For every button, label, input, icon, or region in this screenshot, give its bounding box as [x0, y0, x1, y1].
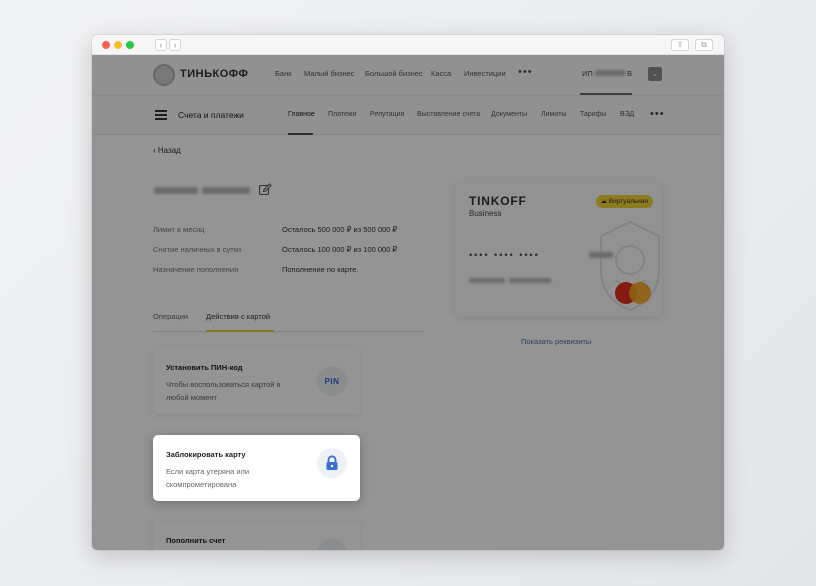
info-value: Пополнение по карте. [282, 265, 359, 274]
card-number-redacted [589, 252, 613, 258]
card-name-redacted [202, 187, 250, 194]
top-navbar: ТИНЬКОФФ Банк Малый бизнес Большой бизне… [92, 55, 724, 95]
ruble-icon: ₽ [317, 539, 347, 550]
topnav-item[interactable]: Касса [431, 69, 451, 78]
action-title: Пополнить счет [166, 536, 226, 545]
account-name-suffix: В [627, 69, 633, 78]
info-label: Лимит в месяц [153, 225, 205, 234]
set-pin-card[interactable]: Установить ПИН-код Чтобы воспользоваться… [153, 348, 360, 414]
show-details-link[interactable]: Показать реквизиты [521, 337, 591, 346]
more-tabs-icon[interactable]: ••• [650, 108, 665, 120]
bank-card-preview: TINKOFF Business ☁ Виртуальная •••• ••••… [455, 182, 662, 316]
action-title: Установить ПИН-код [166, 363, 243, 372]
top-up-card[interactable]: Пополнить счет ₽ [153, 521, 360, 550]
browser-titlebar: ‹ › ⇪ ⧉ [92, 35, 724, 55]
logo-emblem-icon[interactable] [153, 64, 175, 86]
menu-icon[interactable] [155, 110, 167, 120]
topnav-item[interactable]: Большой бизнес [365, 69, 423, 78]
browser-window: ‹ › ⇪ ⧉ ТИНЬКОФФ Банк Малый бизнес Больш… [92, 35, 724, 550]
topnav-item[interactable]: Малый бизнес [304, 69, 355, 78]
active-tab-indicator [206, 330, 274, 332]
minimize-window-button[interactable] [114, 41, 122, 49]
browser-forward-button[interactable]: › [169, 39, 181, 51]
page: ТИНЬКОФФ Банк Малый бизнес Большой бизне… [92, 55, 724, 550]
lock-icon [317, 448, 347, 478]
action-description: Чтобы воспользоваться картой в любой мом… [166, 380, 281, 402]
account-name-redacted [595, 70, 625, 76]
section-title: Счета и платежи [178, 110, 244, 120]
chevron-down-icon[interactable]: ⌄ [648, 67, 662, 81]
tabs-icon[interactable]: ⧉ [695, 39, 713, 51]
edit-icon[interactable] [258, 183, 272, 197]
card-number-mask: •••• •••• •••• [469, 250, 540, 260]
lock-icon-svg [326, 455, 338, 470]
tab-reputation[interactable]: Репутация [370, 111, 404, 118]
back-link-label: Назад [157, 146, 181, 155]
account-name-prefix[interactable]: ИП [582, 69, 593, 78]
tab-documents[interactable]: Документы [491, 111, 527, 118]
tab-tariffs[interactable]: Тарифы [580, 111, 606, 118]
more-nav-icon[interactable]: ••• [518, 66, 533, 78]
maximize-window-button[interactable] [126, 41, 134, 49]
cloud-icon: ☁ [600, 198, 609, 205]
close-window-button[interactable] [102, 41, 110, 49]
pin-icon-label: PIN [324, 376, 340, 386]
ruble-icon-label: ₽ [328, 548, 336, 551]
section-navbar: Счета и платежи Главное Платежи Репутаци… [92, 95, 724, 135]
tab-operations[interactable]: Операции [153, 312, 188, 321]
share-icon[interactable]: ⇪ [671, 39, 689, 51]
card-name-redacted [154, 187, 198, 194]
back-link[interactable]: ‹ Назад [153, 146, 181, 155]
tabs-divider [153, 331, 425, 332]
block-card-card[interactable]: Заблокировать карту Если карта утеряна и… [153, 435, 360, 501]
info-label: Назначение пополнения [153, 265, 239, 274]
action-title: Заблокировать карту [166, 450, 246, 459]
virtual-badge-label: Виртуальная [608, 198, 648, 205]
info-label: Снятие наличных в сутки [153, 245, 242, 254]
tab-payments[interactable]: Платежи [328, 111, 356, 118]
tab-ved[interactable]: ВЭД [620, 111, 634, 118]
active-tab-indicator [288, 133, 313, 135]
info-value: Осталось 500 000 ₽ из 500 000 ₽ [282, 225, 398, 234]
topnav-item[interactable]: Инвестиции [464, 69, 506, 78]
card-holder-redacted [509, 278, 551, 283]
tab-invoicing[interactable]: Выставление счета [417, 111, 480, 118]
virtual-badge: ☁ Виртуальная [595, 195, 653, 208]
tab-main[interactable]: Главное [288, 111, 315, 118]
browser-back-button[interactable]: ‹ [155, 39, 167, 51]
card-brand: TINKOFF [469, 194, 527, 208]
card-holder-redacted [469, 278, 505, 283]
tab-card-actions[interactable]: Действия с картой [206, 312, 270, 321]
mastercard-logo-icon [615, 282, 651, 304]
card-brand-sub: Business [469, 209, 502, 218]
pin-icon: PIN [317, 366, 347, 396]
tab-limits[interactable]: Лимиты [541, 111, 566, 118]
logo-text[interactable]: ТИНЬКОФФ [180, 68, 248, 80]
info-value: Осталось 100 000 ₽ из 100 000 ₽ [282, 245, 398, 254]
topnav-item[interactable]: Банк [275, 69, 292, 78]
action-description: Если карта утеряна или скомпрометирована [166, 467, 250, 489]
